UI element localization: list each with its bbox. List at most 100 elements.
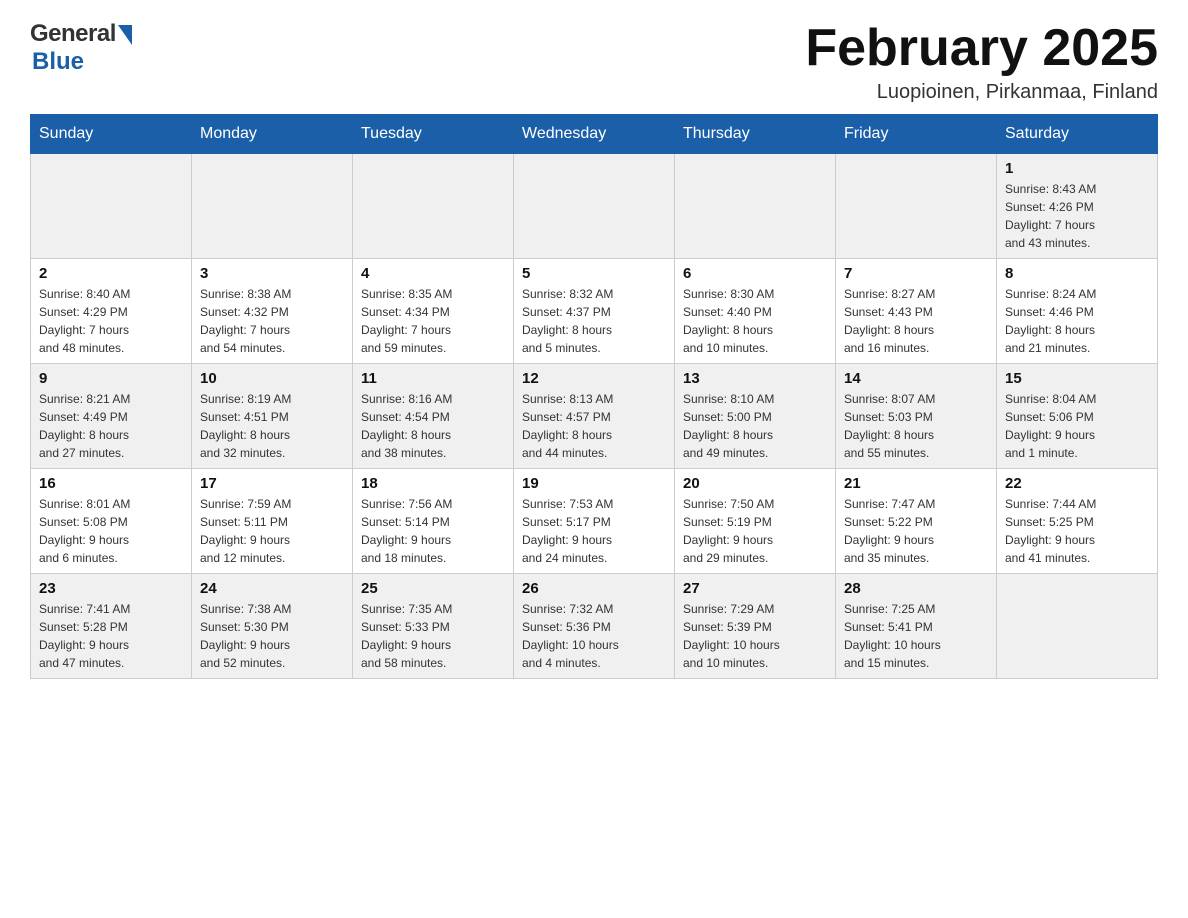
calendar-day-2: 2 Sunrise: 8:40 AM Sunset: 4:29 PM Daylig…	[31, 259, 192, 364]
day-info: Sunrise: 8:32 AM Sunset: 4:37 PM Dayligh…	[522, 285, 666, 357]
day-number: 14	[844, 370, 988, 387]
day-info: Sunrise: 8:35 AM Sunset: 4:34 PM Dayligh…	[361, 285, 505, 357]
calendar-empty-cell	[353, 154, 514, 259]
calendar-day-1: 1 Sunrise: 8:43 AM Sunset: 4:26 PM Daylig…	[997, 154, 1158, 259]
day-number: 4	[361, 265, 505, 282]
calendar-day-8: 8 Sunrise: 8:24 AM Sunset: 4:46 PM Daylig…	[997, 259, 1158, 364]
calendar-table: SundayMondayTuesdayWednesdayThursdayFrid…	[30, 114, 1158, 679]
calendar-day-22: 22 Sunrise: 7:44 AM Sunset: 5:25 PM Dayli…	[997, 469, 1158, 574]
day-info: Sunrise: 7:25 AM Sunset: 5:41 PM Dayligh…	[844, 600, 988, 672]
day-number: 2	[39, 265, 183, 282]
day-number: 3	[200, 265, 344, 282]
day-number: 13	[683, 370, 827, 387]
day-number: 11	[361, 370, 505, 387]
calendar-week-row: 16 Sunrise: 8:01 AM Sunset: 5:08 PM Dayli…	[31, 469, 1158, 574]
day-number: 23	[39, 580, 183, 597]
calendar-day-21: 21Sunrise: 7:47 AM Sunset: 5:22 PM Dayli…	[836, 469, 997, 574]
calendar-empty-cell	[675, 154, 836, 259]
calendar-day-24: 24 Sunrise: 7:38 AM Sunset: 5:30 PM Dayli…	[192, 574, 353, 679]
calendar-day-14: 14 Sunrise: 8:07 AM Sunset: 5:03 PM Dayli…	[836, 364, 997, 469]
day-number: 22	[1005, 475, 1149, 492]
day-number: 17	[200, 475, 344, 492]
day-number: 5	[522, 265, 666, 282]
calendar-day-27: 27 Sunrise: 7:29 AM Sunset: 5:39 PM Dayli…	[675, 574, 836, 679]
calendar-day-13: 13 Sunrise: 8:10 AM Sunset: 5:00 PM Dayli…	[675, 364, 836, 469]
day-info: Sunrise: 8:43 AM Sunset: 4:26 PM Dayligh…	[1005, 180, 1149, 252]
calendar-header-monday: Monday	[192, 115, 353, 154]
day-info: Sunrise: 7:35 AM Sunset: 5:33 PM Dayligh…	[361, 600, 505, 672]
calendar-week-row: 9 Sunrise: 8:21 AM Sunset: 4:49 PM Daylig…	[31, 364, 1158, 469]
calendar-day-20: 20Sunrise: 7:50 AM Sunset: 5:19 PM Dayli…	[675, 469, 836, 574]
day-number: 18	[361, 475, 505, 492]
calendar-week-row: 23 Sunrise: 7:41 AM Sunset: 5:28 PM Dayli…	[31, 574, 1158, 679]
day-number: 9	[39, 370, 183, 387]
calendar-header-sunday: Sunday	[31, 115, 192, 154]
day-info: Sunrise: 7:32 AM Sunset: 5:36 PM Dayligh…	[522, 600, 666, 672]
day-info: Sunrise: 8:24 AM Sunset: 4:46 PM Dayligh…	[1005, 285, 1149, 357]
calendar-empty-cell	[192, 154, 353, 259]
day-number: 8	[1005, 265, 1149, 282]
day-info: Sunrise: 8:19 AM Sunset: 4:51 PM Dayligh…	[200, 390, 344, 462]
day-number: 7	[844, 265, 988, 282]
calendar-header-thursday: Thursday	[675, 115, 836, 154]
day-info: Sunrise: 8:04 AM Sunset: 5:06 PM Dayligh…	[1005, 390, 1149, 462]
day-info: Sunrise: 8:27 AM Sunset: 4:43 PM Dayligh…	[844, 285, 988, 357]
calendar-week-row: 2 Sunrise: 8:40 AM Sunset: 4:29 PM Daylig…	[31, 259, 1158, 364]
day-info: Sunrise: 8:10 AM Sunset: 5:00 PM Dayligh…	[683, 390, 827, 462]
day-info: Sunrise: 8:01 AM Sunset: 5:08 PM Dayligh…	[39, 495, 183, 567]
calendar-empty-cell	[997, 574, 1158, 679]
calendar-header-tuesday: Tuesday	[353, 115, 514, 154]
day-number: 24	[200, 580, 344, 597]
calendar-day-12: 12Sunrise: 8:13 AM Sunset: 4:57 PM Dayli…	[514, 364, 675, 469]
calendar-day-23: 23 Sunrise: 7:41 AM Sunset: 5:28 PM Dayli…	[31, 574, 192, 679]
calendar-day-28: 28 Sunrise: 7:25 AM Sunset: 5:41 PM Dayli…	[836, 574, 997, 679]
calendar-day-19: 19Sunrise: 7:53 AM Sunset: 5:17 PM Dayli…	[514, 469, 675, 574]
calendar-day-16: 16 Sunrise: 8:01 AM Sunset: 5:08 PM Dayli…	[31, 469, 192, 574]
calendar-empty-cell	[31, 154, 192, 259]
calendar-day-26: 26 Sunrise: 7:32 AM Sunset: 5:36 PM Dayli…	[514, 574, 675, 679]
calendar-day-5: 5 Sunrise: 8:32 AM Sunset: 4:37 PM Daylig…	[514, 259, 675, 364]
logo: General Blue	[30, 20, 132, 76]
day-number: 21	[844, 475, 988, 492]
calendar-day-4: 4 Sunrise: 8:35 AM Sunset: 4:34 PM Daylig…	[353, 259, 514, 364]
page-subtitle: Luopioinen, Pirkanmaa, Finland	[805, 81, 1158, 104]
day-info: Sunrise: 7:38 AM Sunset: 5:30 PM Dayligh…	[200, 600, 344, 672]
day-info: Sunrise: 8:38 AM Sunset: 4:32 PM Dayligh…	[200, 285, 344, 357]
day-info: Sunrise: 8:16 AM Sunset: 4:54 PM Dayligh…	[361, 390, 505, 462]
day-number: 16	[39, 475, 183, 492]
calendar-day-7: 7 Sunrise: 8:27 AM Sunset: 4:43 PM Daylig…	[836, 259, 997, 364]
calendar-day-9: 9 Sunrise: 8:21 AM Sunset: 4:49 PM Daylig…	[31, 364, 192, 469]
day-info: Sunrise: 7:50 AM Sunset: 5:19 PM Dayligh…	[683, 495, 827, 567]
calendar-header-friday: Friday	[836, 115, 997, 154]
day-info: Sunrise: 8:07 AM Sunset: 5:03 PM Dayligh…	[844, 390, 988, 462]
day-info: Sunrise: 7:41 AM Sunset: 5:28 PM Dayligh…	[39, 600, 183, 672]
day-info: Sunrise: 8:40 AM Sunset: 4:29 PM Dayligh…	[39, 285, 183, 357]
calendar-day-15: 15Sunrise: 8:04 AM Sunset: 5:06 PM Dayli…	[997, 364, 1158, 469]
calendar-header-row: SundayMondayTuesdayWednesdayThursdayFrid…	[31, 115, 1158, 154]
day-number: 28	[844, 580, 988, 597]
logo-general-text: General	[30, 20, 116, 48]
day-info: Sunrise: 7:29 AM Sunset: 5:39 PM Dayligh…	[683, 600, 827, 672]
day-info: Sunrise: 7:44 AM Sunset: 5:25 PM Dayligh…	[1005, 495, 1149, 567]
calendar-day-3: 3 Sunrise: 8:38 AM Sunset: 4:32 PM Daylig…	[192, 259, 353, 364]
calendar-header-wednesday: Wednesday	[514, 115, 675, 154]
day-number: 26	[522, 580, 666, 597]
calendar-day-25: 25 Sunrise: 7:35 AM Sunset: 5:33 PM Dayli…	[353, 574, 514, 679]
day-info: Sunrise: 8:21 AM Sunset: 4:49 PM Dayligh…	[39, 390, 183, 462]
day-info: Sunrise: 7:56 AM Sunset: 5:14 PM Dayligh…	[361, 495, 505, 567]
day-info: Sunrise: 8:30 AM Sunset: 4:40 PM Dayligh…	[683, 285, 827, 357]
day-number: 1	[1005, 160, 1149, 177]
logo-arrow-icon	[118, 25, 132, 45]
day-number: 27	[683, 580, 827, 597]
day-info: Sunrise: 7:59 AM Sunset: 5:11 PM Dayligh…	[200, 495, 344, 567]
day-info: Sunrise: 8:13 AM Sunset: 4:57 PM Dayligh…	[522, 390, 666, 462]
day-info: Sunrise: 7:53 AM Sunset: 5:17 PM Dayligh…	[522, 495, 666, 567]
calendar-day-6: 6Sunrise: 8:30 AM Sunset: 4:40 PM Daylig…	[675, 259, 836, 364]
day-number: 10	[200, 370, 344, 387]
calendar-day-18: 18 Sunrise: 7:56 AM Sunset: 5:14 PM Dayli…	[353, 469, 514, 574]
calendar-empty-cell	[836, 154, 997, 259]
calendar-day-17: 17 Sunrise: 7:59 AM Sunset: 5:11 PM Dayli…	[192, 469, 353, 574]
calendar-day-10: 10 Sunrise: 8:19 AM Sunset: 4:51 PM Dayli…	[192, 364, 353, 469]
calendar-header-saturday: Saturday	[997, 115, 1158, 154]
day-number: 25	[361, 580, 505, 597]
